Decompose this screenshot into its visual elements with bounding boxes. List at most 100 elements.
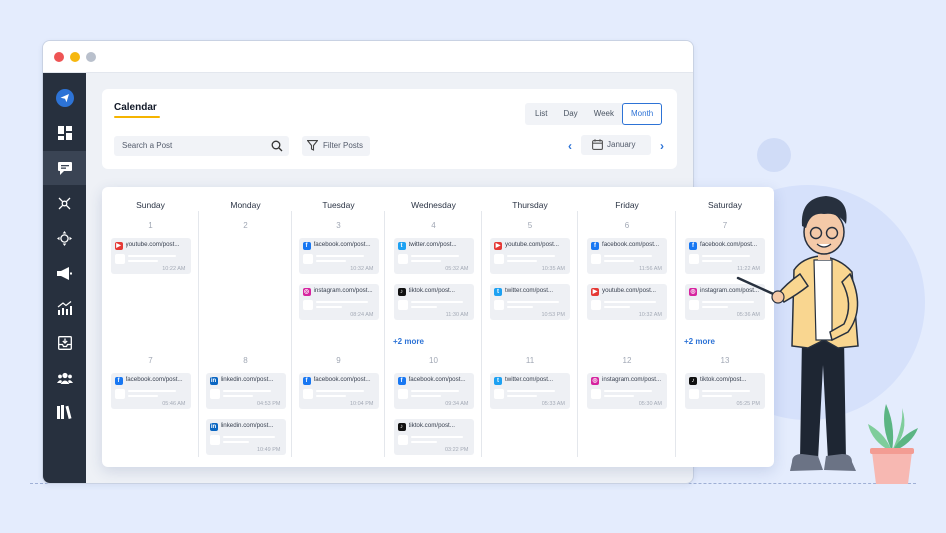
month-selector[interactable]: January [581,135,651,155]
minimize-window-dot[interactable] [70,51,80,62]
prev-month-chevron-icon[interactable]: ‹ [568,139,572,153]
post-thumbnail [689,389,699,399]
post-thumbnail [689,254,699,264]
sidebar-item-users[interactable] [43,361,86,395]
post-card[interactable]: f facebook.com/post... 11:56 AM [587,238,667,274]
twitter-icon: t [397,242,406,250]
calendar-posts-icon [57,161,72,175]
close-window-dot[interactable] [54,51,64,62]
search-placeholder: Search a Post [122,141,173,150]
facebook-icon: f [591,242,599,250]
post-link: facebook.com/post... [313,376,371,383]
post-thumbnail [302,389,313,399]
dashboard-icon [57,126,72,140]
post-placeholder-line [222,436,275,438]
post-placeholder-line [604,260,634,262]
view-week-button[interactable]: Week [586,103,622,125]
post-placeholder-line [222,390,271,392]
post-card[interactable]: ◎ instagram.com/post... 08:24 AM [298,284,379,320]
post-placeholder-line [507,390,555,392]
post-card[interactable]: ♪ tiktok.com/post... 11:30 AM [393,284,474,320]
post-time: 10:04 PM [349,401,374,407]
window-titlebar [43,41,693,73]
post-placeholder-line [315,301,368,303]
post-card[interactable]: ▶ youtube.com/post... 10:22 AM [110,238,191,274]
date-number: 11 [525,356,535,365]
post-time: 10:32 AM [350,266,374,272]
post-card[interactable]: ▶ youtube.com/post... 10:35 AM [490,238,570,274]
youtube-icon: ▶ [114,242,123,250]
post-card[interactable]: ♪ tiktok.com/post... 03:22 PM [393,419,474,455]
sidebar-item-brand[interactable] [43,81,86,115]
post-card[interactable]: f facebook.com/post... 09:34 AM [393,373,474,409]
post-card[interactable]: ◎ instagram.com/post... 05:30 AM [587,373,667,409]
more-posts-link[interactable]: +2 more [393,337,424,346]
post-card[interactable]: in linkedin.com/post... 04:53 PM [205,373,286,409]
post-link: facebook.com/post... [602,241,660,248]
post-time: 04:53 PM [256,401,281,407]
sidebar-item-dashboard[interactable] [43,116,86,150]
post-card[interactable]: t twitter.com/post... 05:33 AM [490,373,570,409]
view-month-button[interactable]: Month [622,103,663,125]
post-card[interactable]: in linkedin.com/post... 10:49 PM [205,419,286,455]
more-posts-link[interactable]: +2 more [684,337,715,346]
post-time: 11:30 AM [445,312,469,318]
sidebar-item-network[interactable] [43,186,86,220]
facebook-icon: f [689,242,697,250]
post-thumbnail [494,254,504,264]
facebook-icon: f [114,377,123,385]
sidebar-item-campaigns[interactable] [43,256,86,290]
search-input[interactable]: Search a Post [114,136,289,156]
post-time: 10:22 AM [162,266,186,272]
date-number: 8 [243,356,248,365]
post-link: twitter.com/post... [505,287,554,294]
instagram-icon: ◎ [591,377,599,385]
post-link: tiktok.com/post... [408,422,455,429]
post-link: youtube.com/post... [125,241,180,248]
post-placeholder-line [127,260,158,262]
post-placeholder-line [507,260,537,262]
tiktok-icon: ♪ [689,377,697,385]
post-thumbnail [114,254,125,264]
post-thumbnail [397,254,408,264]
post-link: facebook.com/post... [408,376,466,383]
post-card[interactable]: f facebook.com/post... 05:46 AM [110,373,191,409]
view-day-button[interactable]: Day [555,103,585,125]
facebook-icon: f [302,377,311,385]
post-time: 10:35 AM [541,266,565,272]
post-placeholder-line [127,395,158,397]
post-placeholder-line [507,255,555,257]
post-placeholder-line [222,395,253,397]
post-card[interactable]: t twitter.com/post... 10:53 PM [490,284,570,320]
post-thumbnail [494,389,504,399]
sidebar-item-calendar[interactable] [43,151,86,185]
maximize-window-dot[interactable] [86,51,96,62]
sidebar-item-move[interactable] [43,221,86,255]
sidebar-item-analytics[interactable] [43,291,86,325]
post-placeholder-line [222,441,249,443]
post-thumbnail [209,435,220,445]
tiktok-icon: ♪ [397,288,406,296]
column-divider [384,211,385,457]
day-header: Tuesday [322,200,355,210]
sidebar-item-library[interactable] [43,395,86,429]
post-card[interactable]: f facebook.com/post... 10:04 PM [298,373,379,409]
post-time: 10:49 PM [256,447,281,453]
month-label: January [607,140,636,149]
instagram-icon: ◎ [689,288,697,296]
view-list-button[interactable]: List [527,103,555,125]
calendar-toolbar: Calendar List Day Week Month Search a Po… [102,89,677,169]
sidebar-item-inbox[interactable] [43,326,86,360]
post-card[interactable]: ▶ youtube.com/post... 10:32 AM [587,284,667,320]
day-column-thursday: Thursday 5 ▶ youtube.com/post... 10:35 AM t tw… [481,187,578,467]
column-divider [291,211,292,457]
post-card[interactable]: t twitter.com/post... 05:32 AM [393,238,474,274]
post-time: 10:32 AM [638,312,662,318]
post-link: instagram.com/post... [602,376,662,383]
column-divider [481,211,482,457]
next-month-chevron-icon[interactable]: › [660,139,664,153]
search-icon [271,140,283,152]
filter-posts-button[interactable]: Filter Posts [302,136,370,156]
column-divider [577,211,578,457]
post-card[interactable]: f facebook.com/post... 10:32 AM [298,238,379,274]
